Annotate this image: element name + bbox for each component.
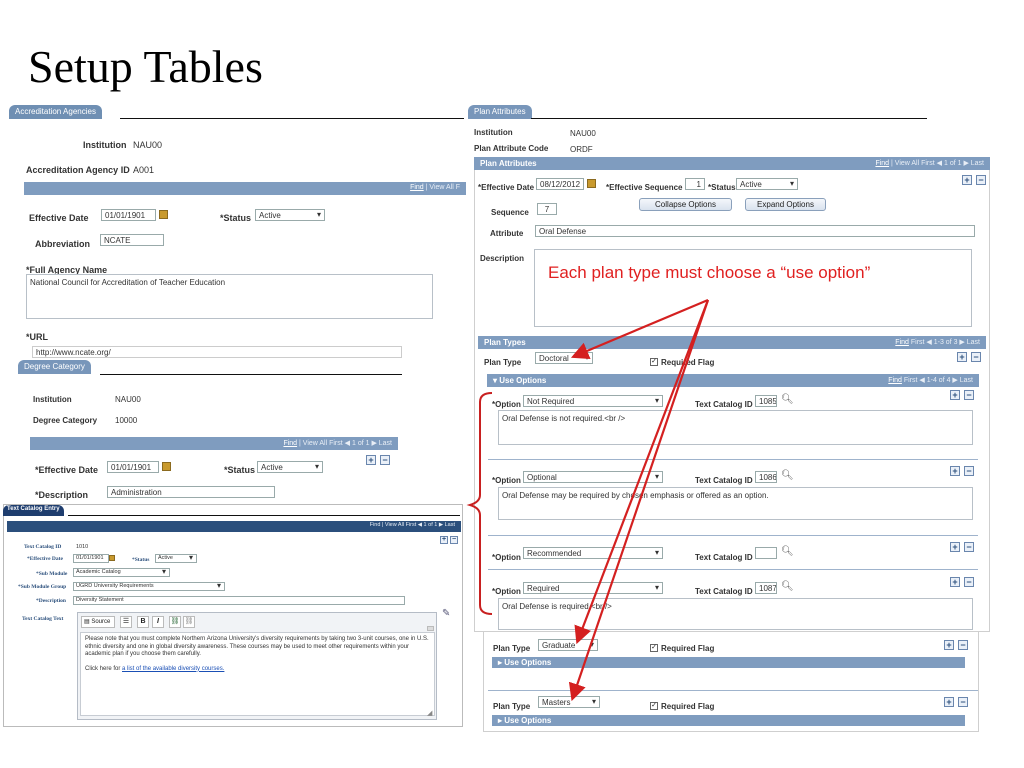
arrow-to-masters: [568, 299, 710, 702]
arrow-to-graduate: [574, 299, 710, 645]
arrow-to-doctoral: [570, 298, 709, 359]
bracket-shape: [466, 392, 493, 615]
annotation-overlay: [466, 298, 710, 702]
